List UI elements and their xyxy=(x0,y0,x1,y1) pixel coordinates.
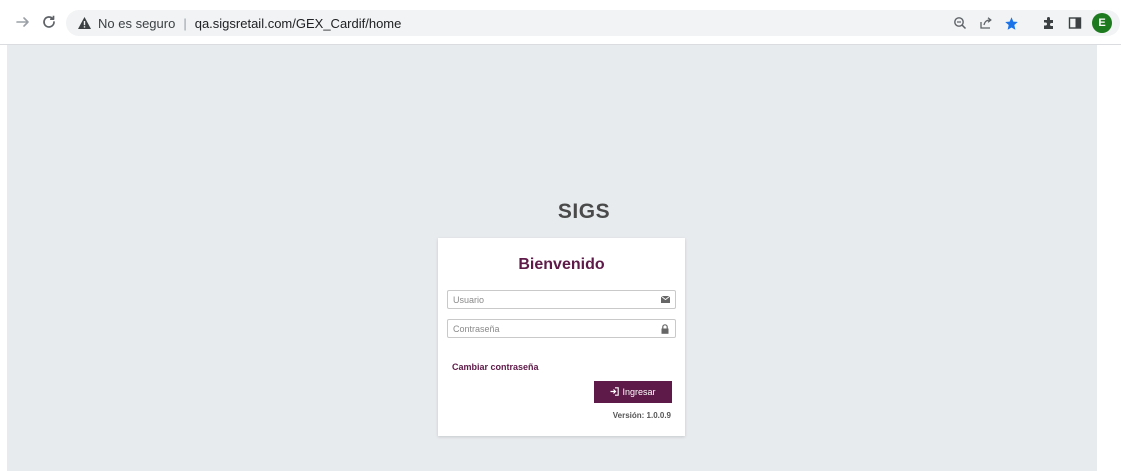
login-button[interactable]: Ingresar xyxy=(594,381,672,403)
login-card: Bienvenido Cambiar contraseña Ingresar V… xyxy=(438,238,685,436)
star-icon[interactable] xyxy=(1000,10,1023,36)
password-input[interactable] xyxy=(448,320,648,337)
username-input[interactable] xyxy=(448,291,648,308)
warning-icon[interactable] xyxy=(76,15,92,31)
zoom-icon[interactable] xyxy=(948,10,971,36)
sign-in-icon xyxy=(610,386,620,398)
reload-icon[interactable] xyxy=(39,12,59,32)
arrow-right-icon[interactable] xyxy=(13,12,33,32)
brand-title: SIGS xyxy=(557,200,611,223)
share-icon[interactable] xyxy=(974,10,997,36)
security-label[interactable]: No es seguro xyxy=(98,16,175,31)
password-field[interactable] xyxy=(447,319,676,338)
side-panel-icon[interactable] xyxy=(1063,10,1086,36)
puzzle-icon[interactable] xyxy=(1037,10,1060,36)
toolbar-actions: E xyxy=(945,10,1120,36)
address-separator: | xyxy=(183,15,187,31)
change-password-link[interactable]: Cambiar contraseña xyxy=(452,362,539,372)
welcome-title: Bienvenido xyxy=(518,256,605,273)
lock-icon xyxy=(660,323,670,334)
address-bar[interactable]: No es seguro | qa.sigsretail.com/GEX_Car… xyxy=(66,10,1120,36)
url-text[interactable]: qa.sigsretail.com/GEX_Cardif/home xyxy=(195,16,402,31)
username-field[interactable] xyxy=(447,290,676,309)
profile-avatar[interactable]: E xyxy=(1092,13,1112,33)
page-background: SIGS Bienvenido Cambiar contraseña Ingre… xyxy=(7,45,1097,471)
login-button-label: Ingresar xyxy=(622,387,656,397)
envelope-icon xyxy=(660,294,670,305)
address-bar-content: No es seguro | qa.sigsretail.com/GEX_Car… xyxy=(76,10,401,36)
version-label: Versión: 1.0.0.9 xyxy=(612,411,671,420)
browser-toolbar: No es seguro | qa.sigsretail.com/GEX_Car… xyxy=(0,0,1121,45)
